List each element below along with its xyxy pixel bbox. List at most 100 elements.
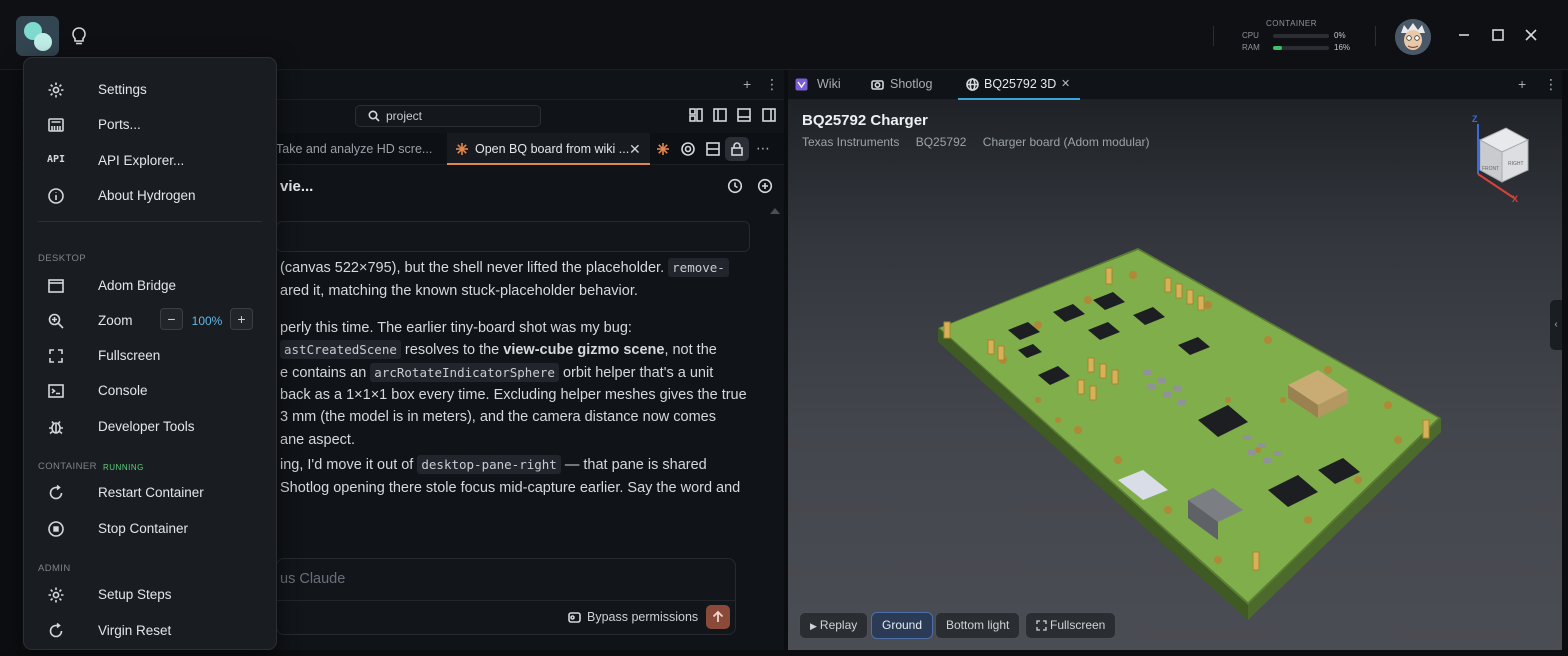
- tab-label: BQ25792 3D: [984, 77, 1057, 91]
- add-tab-icon[interactable]: +: [743, 76, 751, 92]
- message-line: (canvas 522×795), but the shell never li…: [280, 258, 729, 277]
- more-icon[interactable]: ⋮: [1544, 76, 1558, 93]
- panel-right-icon[interactable]: [762, 108, 776, 122]
- menu-item-label: About Hydrogen: [98, 188, 196, 203]
- claude-new-chat-icon[interactable]: [656, 142, 670, 156]
- minimize-button[interactable]: [1455, 26, 1473, 44]
- ram-bar-fill: [1273, 46, 1282, 50]
- message-bold-text: view-cube gizmo scene: [503, 342, 665, 358]
- menu-item-label: Stop Container: [98, 521, 189, 536]
- lightbulb-icon[interactable]: [70, 26, 88, 46]
- menu-item-adom-bridge[interactable]: Adom Bridge: [47, 271, 276, 301]
- bottom-light-button[interactable]: Bottom light: [935, 612, 1021, 639]
- new-chat-icon[interactable]: [757, 178, 773, 194]
- zoom-out-button[interactable]: −: [160, 308, 183, 330]
- fullscreen-viewer-button[interactable]: Fullscreen: [1025, 612, 1117, 639]
- logo-mark-icon: [16, 16, 59, 56]
- menu-item-virgin-reset[interactable]: Virgin Reset: [47, 616, 276, 646]
- fullscreen-icon: [49, 349, 63, 363]
- message-line: ing, I'd move it out of desktop-pane-rig…: [280, 455, 707, 474]
- ram-bar: [1273, 46, 1329, 50]
- wiki-icon: [795, 78, 808, 91]
- zoom-in-button[interactable]: +: [230, 308, 253, 330]
- menu-item-developer-tools[interactable]: Developer Tools: [47, 412, 276, 442]
- message-line: perly this time. The earlier tiny-board …: [280, 320, 632, 336]
- menu-item-label: Adom Bridge: [98, 278, 177, 293]
- chat-tab-bq-board[interactable]: Open BQ board from wiki ... ✕: [447, 133, 650, 165]
- side-panel-handle[interactable]: ‹: [1550, 300, 1562, 350]
- close-tab-icon[interactable]: ✕: [629, 133, 641, 163]
- history-icon[interactable]: [727, 178, 743, 194]
- gear-icon: [48, 82, 64, 98]
- view-cube-gizmo[interactable]: FRONT RIGHT Z X: [1468, 110, 1538, 205]
- menu-item-console[interactable]: Console: [47, 376, 276, 406]
- menu-item-restart-container[interactable]: Restart Container: [47, 478, 276, 508]
- close-tab-icon[interactable]: ✕: [1061, 70, 1070, 98]
- cpu-bar: [1273, 34, 1329, 38]
- tab-wiki[interactable]: Wiki: [795, 70, 865, 100]
- chat-input[interactable]: us Claude: [280, 571, 345, 587]
- maximize-button[interactable]: [1489, 26, 1507, 44]
- send-button[interactable]: [706, 605, 730, 629]
- menu-item-settings[interactable]: Settings: [47, 75, 276, 105]
- claude-spark-icon: [456, 143, 468, 155]
- search-box[interactable]: project: [355, 105, 541, 127]
- fullscreen-icon: [1036, 620, 1047, 631]
- scroll-up-arrow[interactable]: [770, 208, 780, 214]
- menu-item-label: Ports...: [98, 117, 141, 132]
- add-tab-icon[interactable]: +: [1518, 76, 1526, 92]
- minimize-icon: [1459, 34, 1469, 36]
- message-text: , not the: [664, 342, 717, 358]
- model-manufacturer: Texas Instruments: [802, 135, 900, 149]
- menu-item-api-explorer[interactable]: API API Explorer...: [47, 146, 276, 176]
- window-icon: [48, 279, 64, 293]
- chat-tab-hd-screenshot[interactable]: Take and analyze HD scre...: [276, 133, 446, 165]
- cpu-value: 0%: [1334, 31, 1346, 40]
- message-text: ing, I'd move it out of: [280, 457, 414, 473]
- search-input[interactable]: project: [386, 109, 422, 123]
- bug-icon: [49, 421, 63, 435]
- panel-bottom-icon[interactable]: [737, 108, 751, 122]
- cpu-label: CPU: [1242, 31, 1259, 40]
- restart-icon: [49, 484, 63, 500]
- panel-left-icon[interactable]: [713, 108, 727, 122]
- replay-label: Replay: [819, 618, 858, 632]
- menu-item-label: Restart Container: [98, 485, 204, 500]
- bottom-light-label: Bottom light: [946, 618, 1010, 632]
- tab-shotlog[interactable]: Shotlog: [871, 70, 951, 100]
- openai-icon[interactable]: [680, 141, 696, 157]
- menu-item-fullscreen[interactable]: Fullscreen: [47, 341, 276, 371]
- cube-face-right: RIGHT: [1508, 161, 1524, 167]
- menu-section-admin: ADMIN: [38, 563, 71, 574]
- menu-item-ports[interactable]: Ports...: [47, 110, 276, 140]
- gear-icon: [48, 587, 64, 603]
- ground-button[interactable]: Ground: [871, 612, 934, 639]
- lock-button[interactable]: [725, 137, 749, 161]
- model-part-number: BQ25792: [915, 135, 967, 149]
- layout-grid-icon[interactable]: [689, 108, 703, 122]
- message-block: [276, 221, 750, 252]
- permissions-icon: [568, 612, 581, 623]
- menu-item-setup-steps[interactable]: Setup Steps: [47, 580, 276, 610]
- container-resources: CONTAINER CPU 0% RAM 16%: [1236, 18, 1352, 58]
- inline-code: astCreatedScene: [280, 340, 401, 359]
- message-line: ane aspect.: [280, 432, 355, 448]
- close-icon: [1525, 29, 1537, 41]
- app-logo[interactable]: [16, 16, 59, 56]
- inline-code: remove-: [668, 258, 729, 277]
- 3d-viewer[interactable]: FRONT RIGHT Z X: [788, 100, 1562, 650]
- message-line: astCreatedScene resolves to the view-cub…: [280, 340, 717, 359]
- split-view-icon[interactable]: [705, 141, 721, 157]
- avatar[interactable]: [1395, 19, 1431, 55]
- tab-bq25792-3d[interactable]: BQ25792 3D ✕: [958, 70, 1080, 100]
- close-window-button[interactable]: [1522, 26, 1540, 44]
- menu-item-stop-container[interactable]: Stop Container: [47, 514, 276, 544]
- message-text: (canvas 522×795), but the shell never li…: [280, 260, 665, 276]
- more-horizontal-icon[interactable]: ⋯: [756, 140, 770, 157]
- pcb-3d-model[interactable]: [788, 100, 1562, 650]
- play-icon: ▶: [810, 621, 817, 631]
- more-icon[interactable]: ⋮: [765, 76, 779, 93]
- menu-item-about[interactable]: About Hydrogen: [47, 181, 276, 211]
- replay-button[interactable]: ▶ Replay: [799, 612, 869, 639]
- z-axis-label: Z: [1472, 114, 1478, 124]
